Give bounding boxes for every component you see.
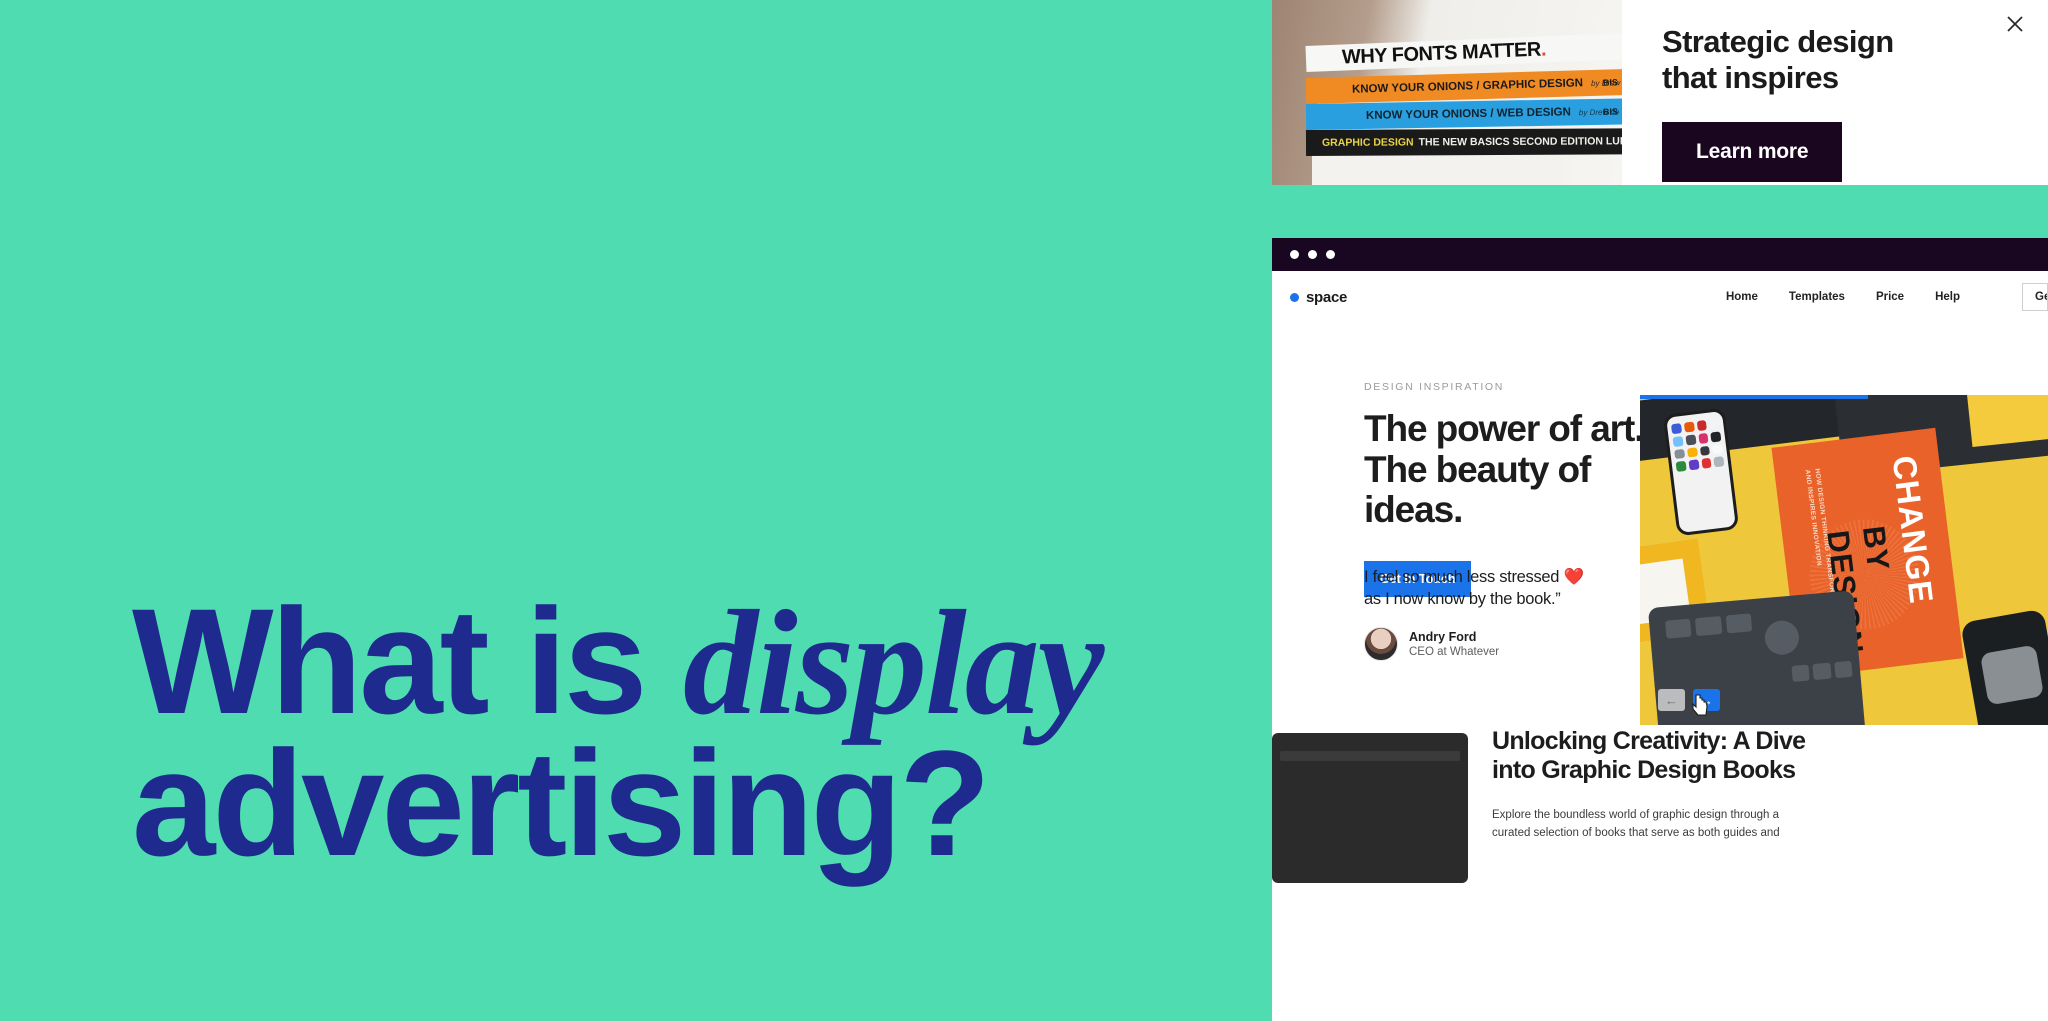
book-publisher: BIS — [1602, 77, 1619, 88]
hero-title-line-1: The power of art. — [1364, 408, 1644, 449]
carousel-prev-button[interactable]: ← — [1658, 689, 1685, 711]
logo-text: space — [1306, 288, 1348, 306]
carousel-progress-bar — [1640, 395, 1869, 399]
testimonial-author-info: Andry Ford CEO at Whatever — [1409, 630, 1499, 658]
nav-item-home[interactable]: Home — [1726, 291, 1758, 303]
testimonial-quote-line-1: I feel so much less stressed ❤️ — [1364, 568, 1584, 586]
nav-item-price[interactable]: Price — [1876, 291, 1904, 303]
photo-tablet-buttons — [1665, 613, 1753, 639]
site-navbar: space Home Templates Price Help Get star… — [1272, 271, 2048, 323]
window-dot-maximize[interactable] — [1326, 250, 1335, 259]
book-title: THE NEW BASICS SECOND EDITION LUPTON | P… — [1418, 135, 1622, 149]
article-title: Unlocking Creativity: A Dive into Graphi… — [1492, 727, 1832, 785]
hero-title: The power of art. The beauty of ideas. — [1364, 408, 1664, 531]
book-publisher: BIS — [1602, 106, 1619, 117]
page-title: What is display advertising? — [132, 586, 1192, 878]
browser-mockup: space Home Templates Price Help Get star… — [1272, 238, 2048, 1021]
testimonial-author: Andry Ford CEO at Whatever — [1364, 626, 1644, 661]
testimonial-quote-line-2: as I now know by the book.” — [1364, 590, 1561, 609]
window-dot-minimize[interactable] — [1308, 250, 1317, 259]
left-hero-panel: What is display advertising? — [0, 0, 1272, 1021]
testimonial-block: I feel so much less stressed ❤️ as I now… — [1364, 566, 1644, 661]
right-column: WHY FONTS MATTER. KNOW YOUR ONIONS / GRA… — [1272, 0, 2048, 1021]
article-section: Unlocking Creativity: A Dive into Graphi… — [1272, 701, 2048, 883]
close-icon[interactable] — [2001, 10, 2029, 38]
mouse-cursor-icon — [1692, 694, 1710, 721]
photo-tablet-buttons — [1791, 660, 1853, 682]
site-viewport: space Home Templates Price Help Get star… — [1272, 271, 2048, 1021]
ad-banner-copy: Strategic design that inspires Learn mor… — [1622, 0, 2048, 185]
testimonial-author-name: Andry Ford — [1409, 629, 1477, 644]
article-body-line-1: Explore the boundless world of graphic d… — [1492, 809, 1780, 821]
site-nav-links: Home Templates Price Help Get started — [1726, 283, 2048, 311]
hero-section: DESIGN INSPIRATION The power of art. The… — [1272, 345, 2048, 725]
book-title: KNOW YOUR ONIONS / GRAPHIC DESIGN — [1351, 77, 1584, 96]
article-copy: Unlocking Creativity: A Dive into Graphi… — [1492, 701, 1832, 843]
hero-title-line-2: The beauty of — [1364, 448, 1591, 490]
article-body: Explore the boundless world of graphic d… — [1492, 807, 1782, 843]
hero-copy: DESIGN INSPIRATION The power of art. The… — [1364, 345, 1664, 598]
ad-headline: Strategic design that inspires — [1662, 24, 1894, 95]
book-prefix: GRAPHIC DESIGN — [1321, 136, 1414, 149]
book-title: KNOW YOUR ONIONS / WEB DESIGN — [1365, 106, 1571, 122]
testimonial-author-role: CEO at Whatever — [1409, 645, 1500, 658]
logo-dot-icon — [1290, 292, 1299, 302]
carousel-controls: ← → — [1658, 689, 1720, 711]
testimonial-quote: I feel so much less stressed ❤️ as I now… — [1364, 566, 1644, 611]
learn-more-button[interactable]: Learn more — [1662, 121, 1843, 182]
panel-gap — [1272, 185, 2048, 238]
book-dot: . — [1540, 37, 1547, 61]
site-logo[interactable]: space — [1290, 289, 1347, 306]
get-started-button[interactable]: Get started — [2022, 283, 2048, 311]
avatar — [1364, 626, 1398, 661]
article-thumbnail-shelf — [1280, 750, 1460, 761]
article-body-line-2: curated selection of books that serve as… — [1492, 826, 1780, 839]
article-title-line-1: Unlocking Creativity: A Dive — [1492, 727, 1806, 755]
photo-tablet-dial — [1763, 619, 1801, 657]
window-dot-close[interactable] — [1290, 250, 1299, 259]
hero-title-line-3: ideas. — [1364, 489, 1463, 531]
nav-item-help[interactable]: Help — [1935, 291, 1960, 303]
headline-part-2: advertising? — [132, 718, 991, 887]
photo-watch-face — [1979, 644, 2045, 706]
article-title-line-2: into Graphic Design Books — [1492, 756, 1796, 784]
article-thumbnail — [1272, 732, 1468, 883]
hero-eyebrow: DESIGN INSPIRATION — [1364, 381, 1505, 393]
book-spine: KNOW YOUR ONIONS / WEB DESIGN by Drew de… — [1305, 98, 1622, 130]
ad-banner-image: WHY FONTS MATTER. KNOW YOUR ONIONS / GRA… — [1272, 0, 1622, 185]
ad-banner[interactable]: WHY FONTS MATTER. KNOW YOUR ONIONS / GRA… — [1272, 0, 2048, 185]
page-root: What is display advertising? WHY FONTS M… — [0, 0, 2048, 1021]
nav-item-templates[interactable]: Templates — [1789, 291, 1845, 303]
hero-carousel-image[interactable]: HOW DESIGN THINKING TRANSFORMS ORGANIZAT… — [1640, 395, 2048, 725]
photo-yellow-strip — [1964, 395, 2048, 448]
browser-titlebar — [1272, 238, 2048, 271]
book-spine: GRAPHIC DESIGN THE NEW BASICS SECOND EDI… — [1305, 128, 1622, 156]
